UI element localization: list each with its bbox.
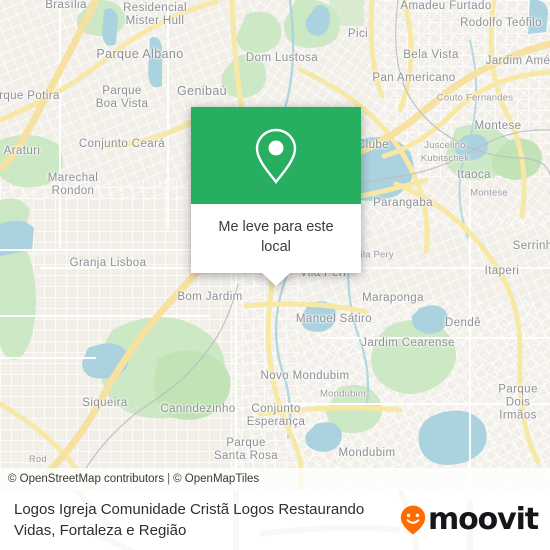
card-footer: Logos Igreja Comunidade Cristã Logos Res… <box>0 490 550 550</box>
attribution-separator: | <box>167 473 171 485</box>
moovit-pin-smiley-icon <box>400 505 426 535</box>
map-pin-icon <box>255 128 297 184</box>
map-attribution-bar: © OpenStreetMap contributors | © OpenMap… <box>0 468 550 490</box>
moovit-wordmark: moovit <box>427 502 539 537</box>
attribution-tiles[interactable]: © OpenMapTiles <box>173 473 259 485</box>
page-title: Logos Igreja Comunidade Cristã Logos Res… <box>14 501 365 539</box>
destination-popup[interactable]: Me leve para este local <box>191 107 361 286</box>
popup-header <box>191 107 361 204</box>
popup-tail <box>262 273 290 286</box>
attribution-osm[interactable]: © OpenStreetMap contributors <box>8 473 164 485</box>
popup-message: Me leve para este local <box>191 204 361 273</box>
moovit-map-share-card: Brasília Residencial Mister Hull Pici Amade… <box>0 0 550 550</box>
moovit-logo[interactable]: moovit <box>400 502 539 537</box>
map-viewport[interactable]: Brasília Residencial Mister Hull Pici Amade… <box>0 0 550 490</box>
